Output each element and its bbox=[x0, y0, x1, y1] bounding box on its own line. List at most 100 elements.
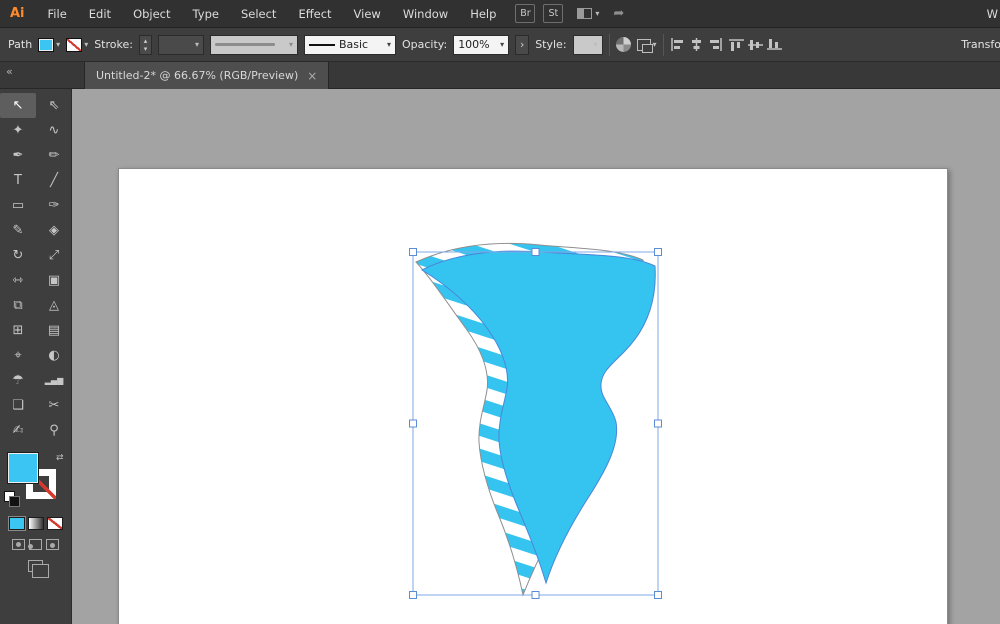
column-graph-tool[interactable]: ▂▄▆ bbox=[36, 368, 72, 393]
symbol-sprayer-tool[interactable]: ☂ bbox=[0, 368, 36, 393]
brush-stroke-preview-icon bbox=[308, 43, 335, 46]
opacity-label: Opacity: bbox=[401, 38, 448, 51]
fill-swatch[interactable]: ▾ bbox=[38, 37, 60, 52]
arrange-button[interactable]: ▾ bbox=[636, 38, 657, 53]
draw-normal-icon[interactable] bbox=[12, 539, 25, 550]
style-label: Style: bbox=[535, 38, 567, 51]
stroke-swatch[interactable]: ▾ bbox=[66, 37, 88, 52]
align-middle-icon[interactable] bbox=[747, 38, 763, 51]
paintbrush-tool[interactable]: ✑ bbox=[36, 193, 72, 218]
menu-select[interactable]: Select bbox=[230, 7, 287, 21]
app-logo[interactable]: Ai bbox=[0, 6, 37, 21]
recolor-artwork-button[interactable] bbox=[615, 37, 631, 52]
align-top-icon[interactable] bbox=[728, 38, 744, 51]
width-tool[interactable]: ⇿ bbox=[0, 268, 36, 293]
menu-object[interactable]: Object bbox=[122, 7, 181, 21]
stroke-weight-dropdown[interactable]: ▾ bbox=[157, 34, 204, 55]
align-bottom-icon[interactable] bbox=[766, 38, 782, 51]
canvas-area[interactable] bbox=[72, 89, 1000, 624]
tab-strip: « Untitled-2* @ 66.67% (RGB/Preview) × bbox=[0, 62, 1000, 89]
lasso-tool[interactable]: ∿ bbox=[36, 118, 72, 143]
opacity-dropdown[interactable]: 100% ▾ bbox=[453, 34, 510, 55]
divider bbox=[662, 33, 664, 56]
selection-tool[interactable]: ↖ bbox=[0, 93, 36, 118]
handle-top-center[interactable] bbox=[531, 248, 540, 256]
style-dropdown[interactable]: ▾ bbox=[572, 34, 603, 55]
shape-builder-tool[interactable]: ⧉ bbox=[0, 293, 36, 318]
stroke-label: Stroke: bbox=[94, 38, 133, 51]
curvature-tool[interactable]: ✏ bbox=[36, 143, 72, 168]
menu-view[interactable]: View bbox=[343, 7, 392, 21]
menu-help[interactable]: Help bbox=[459, 7, 507, 21]
screen-mode-icon[interactable] bbox=[28, 560, 49, 578]
tools-panel: ↖ ⇖ ✦ ∿ ✒ ✏ T ╱ ▭ ✑ ✎ ◈ ↻ ⤢ ⇿ ▣ ⧉ ◬ ⊞ ▤ … bbox=[0, 89, 72, 624]
stock-button[interactable]: St bbox=[543, 4, 564, 23]
eyedropper-tool[interactable]: ⌖ bbox=[0, 343, 36, 368]
pen-tool[interactable]: ✒ bbox=[0, 143, 36, 168]
gradient-tool[interactable]: ▤ bbox=[36, 318, 72, 343]
menu-effect[interactable]: Effect bbox=[287, 7, 342, 21]
zoom-tool[interactable]: ⚲ bbox=[36, 418, 72, 443]
align-left-icon[interactable] bbox=[670, 38, 685, 51]
close-icon[interactable]: × bbox=[307, 69, 317, 83]
collapse-panel-icon[interactable]: « bbox=[6, 65, 13, 78]
align-right-icon[interactable] bbox=[708, 38, 723, 51]
handle-top-right[interactable] bbox=[654, 248, 662, 256]
free-transform-tool[interactable]: ▣ bbox=[36, 268, 72, 293]
scale-tool[interactable]: ⤢ bbox=[36, 243, 72, 268]
fill-swatch-large[interactable] bbox=[7, 452, 39, 484]
bridge-button[interactable]: Br bbox=[515, 4, 536, 23]
color-mode-button[interactable] bbox=[8, 517, 25, 530]
artboard-tool[interactable]: ❏ bbox=[0, 393, 36, 418]
menu-type[interactable]: Type bbox=[182, 7, 230, 21]
menu-file[interactable]: File bbox=[37, 7, 78, 21]
rectangle-tool[interactable]: ▭ bbox=[0, 193, 36, 218]
default-fill-stroke-icon[interactable] bbox=[4, 491, 20, 507]
hand-tool[interactable]: ✍ bbox=[0, 418, 36, 443]
line-segment-tool[interactable]: ╱ bbox=[36, 168, 72, 193]
chevron-down-icon: ▾ bbox=[652, 40, 657, 49]
transform-label[interactable]: Transform bbox=[961, 38, 1000, 51]
direct-selection-tool[interactable]: ⇖ bbox=[36, 93, 72, 118]
type-tool[interactable]: T bbox=[0, 168, 36, 193]
none-mode-button[interactable] bbox=[46, 517, 63, 530]
chevron-down-icon: ▾ bbox=[288, 40, 293, 49]
slice-tool[interactable]: ✂ bbox=[36, 393, 72, 418]
brush-dropdown[interactable]: Basic ▾ bbox=[303, 34, 396, 55]
chevron-down-icon: ▾ bbox=[593, 40, 598, 49]
handle-middle-right[interactable] bbox=[654, 419, 662, 428]
swap-fill-stroke-icon[interactable]: ⇄ bbox=[56, 453, 64, 463]
stroke-weight-stepper[interactable]: ▴ ▾ bbox=[138, 34, 152, 55]
document-tab-title: Untitled-2* @ 66.67% (RGB/Preview) bbox=[96, 69, 299, 82]
handle-bottom-center[interactable] bbox=[531, 591, 540, 599]
share-icon[interactable]: ➦ bbox=[613, 6, 624, 21]
stepper-down-icon: ▾ bbox=[143, 44, 148, 53]
handle-bottom-left[interactable] bbox=[409, 591, 417, 599]
document-tab[interactable]: Untitled-2* @ 66.67% (RGB/Preview) × bbox=[84, 62, 330, 89]
eraser-tool[interactable]: ◈ bbox=[36, 218, 72, 243]
tool-grid: ↖ ⇖ ✦ ∿ ✒ ✏ T ╱ ▭ ✑ ✎ ◈ ↻ ⤢ ⇿ ▣ ⧉ ◬ ⊞ ▤ … bbox=[0, 89, 71, 443]
rotate-tool[interactable]: ↻ bbox=[0, 243, 36, 268]
menu-edit[interactable]: Edit bbox=[78, 7, 122, 21]
draw-inside-icon[interactable] bbox=[46, 539, 59, 550]
handle-middle-left[interactable] bbox=[409, 419, 417, 428]
magic-wand-tool[interactable]: ✦ bbox=[0, 118, 36, 143]
chevron-down-icon: ▾ bbox=[194, 40, 199, 49]
width-profile-dropdown[interactable]: ▾ bbox=[209, 34, 298, 55]
screen-mode-row bbox=[0, 560, 71, 578]
menu-bar: Ai File Edit Object Type Select Effect V… bbox=[0, 0, 1000, 28]
perspective-grid-tool[interactable]: ◬ bbox=[36, 293, 72, 318]
handle-top-left[interactable] bbox=[409, 248, 417, 256]
blend-tool[interactable]: ◐ bbox=[36, 343, 72, 368]
workspace-switcher[interactable]: ▾ bbox=[577, 8, 599, 19]
mesh-tool[interactable]: ⊞ bbox=[0, 318, 36, 343]
handle-bottom-right[interactable] bbox=[654, 591, 662, 599]
menu-window[interactable]: Window bbox=[392, 7, 459, 21]
stroke-color-icon bbox=[66, 37, 83, 52]
opacity-panel-button[interactable]: › bbox=[515, 34, 530, 55]
align-center-icon[interactable] bbox=[689, 38, 704, 51]
draw-behind-icon[interactable] bbox=[28, 539, 42, 550]
opacity-value: 100% bbox=[458, 38, 490, 51]
gradient-mode-button[interactable] bbox=[27, 517, 44, 530]
shaper-tool[interactable]: ✎ bbox=[0, 218, 36, 243]
